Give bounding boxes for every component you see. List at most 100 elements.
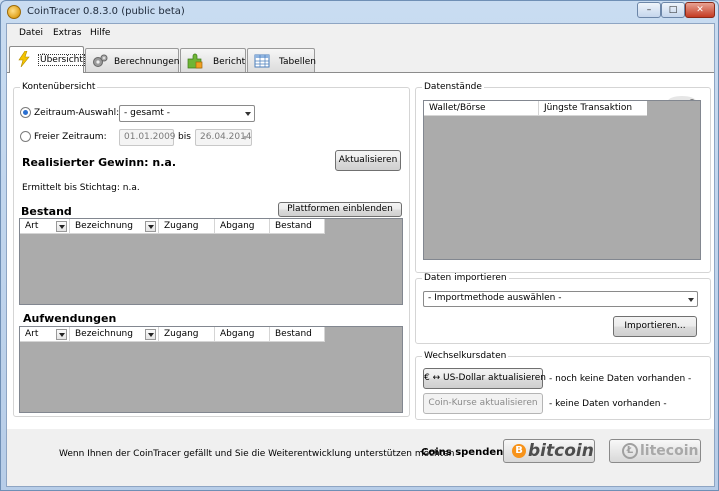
col-label: Art — [25, 221, 39, 231]
litecoin-logo-text: litecoin — [640, 443, 699, 459]
col-bezeichnung[interactable]: Bezeichnung — [70, 219, 159, 234]
coin-status-text: - keine Daten vorhanden - — [549, 399, 667, 409]
bestand-table-header: Art Bezeichnung Zugang Abgang Bestand — [20, 219, 325, 234]
gears-icon — [93, 54, 108, 67]
tab-label: Berechnungen — [114, 57, 180, 67]
bitcoin-icon: B — [512, 444, 526, 458]
tab-berechnungen[interactable]: Berechnungen — [85, 48, 179, 72]
col-label: Bestand — [275, 221, 312, 231]
filter-dropdown-icon[interactable] — [56, 221, 67, 232]
table-icon — [254, 54, 270, 68]
aufwendungen-title: Aufwendungen — [23, 312, 117, 325]
coins-spenden-label: Coins spenden: — [421, 447, 508, 458]
bestand-title: Bestand — [21, 205, 72, 218]
col-bestand[interactable]: Bestand — [270, 327, 325, 342]
tab-label: Übersicht — [38, 54, 85, 66]
tab-tabellen[interactable]: Tabellen — [247, 48, 317, 72]
col-zugang[interactable]: Zugang — [159, 327, 215, 342]
close-button[interactable]: ✕ — [685, 2, 715, 18]
menu-hilfe[interactable]: Hilfe — [90, 28, 110, 38]
col-label: Abgang — [220, 221, 255, 231]
aufwendungen-table-header: Art Bezeichnung Zugang Abgang Bestand — [20, 327, 325, 342]
tab-label: Tabellen — [279, 57, 317, 67]
tab-bericht[interactable]: Bericht — [180, 48, 246, 72]
zeitraum-auswahl-radio[interactable] — [20, 107, 31, 118]
datenstaende-group: Datenstände Wallet/Börse Jüngste Transak… — [415, 82, 711, 273]
plattformen-einblenden-button[interactable]: Plattformen einblenden — [278, 202, 402, 217]
menu-extras[interactable]: Extras — [53, 28, 81, 38]
freier-zeitraum-label: Freier Zeitraum: — [34, 132, 107, 142]
chevron-down-icon — [242, 136, 248, 140]
stichtag-text: Ermittelt bis Stichtag: n.a. — [22, 183, 140, 193]
usd-status-text: - noch keine Daten vorhanden - — [549, 374, 692, 384]
aufwendungen-table[interactable]: Art Bezeichnung Zugang Abgang Bestand — [19, 326, 403, 413]
menu-bar: Datei Extras Hilfe — [7, 24, 714, 42]
col-art[interactable]: Art — [20, 219, 70, 234]
uebersicht-panel: Kontenübersicht Zeitraum-Auswahl: - gesa… — [7, 72, 714, 429]
filter-dropdown-icon[interactable] — [145, 221, 156, 232]
col-label: Bestand — [275, 329, 312, 339]
lightning-icon — [18, 51, 30, 67]
coin-app-icon — [7, 5, 21, 19]
date-from-value: 01.01.2009 — [124, 132, 176, 142]
chevron-down-icon — [245, 112, 251, 116]
menu-datei[interactable]: Datei — [19, 28, 43, 38]
col-label: Bezeichnung — [75, 221, 133, 231]
puzzle-icon — [187, 53, 203, 69]
importmethode-select[interactable]: - Importmethode auswählen - — [423, 291, 698, 307]
zeitraum-select-value: - gesamt - — [124, 108, 170, 118]
col-zugang[interactable]: Zugang — [159, 219, 215, 234]
col-wallet-boerse[interactable]: Wallet/Börse — [424, 101, 539, 116]
col-label: Art — [25, 329, 39, 339]
app-window: CoinTracer 0.8.3.0 (public beta) – □ ✕ D… — [0, 0, 719, 491]
tab-bar: Übersicht Berechnungen Bericht Tabellen — [7, 46, 714, 73]
filter-dropdown-icon[interactable] — [56, 329, 67, 340]
datenstaende-table-header: Wallet/Börse Jüngste Transaktion — [424, 101, 647, 116]
litecoin-donate-button[interactable]: Ł litecoin — [609, 439, 701, 463]
usd-aktualisieren-button[interactable]: € ↔ US-Dollar aktualisieren — [423, 368, 546, 389]
col-juengste-transaktion[interactable]: Jüngste Transaktion — [539, 101, 647, 116]
datenstaende-table[interactable]: Wallet/Börse Jüngste Transaktion — [423, 100, 701, 260]
col-bestand[interactable]: Bestand — [270, 219, 325, 234]
col-art[interactable]: Art — [20, 327, 70, 342]
col-abgang[interactable]: Abgang — [215, 219, 270, 234]
coin-kurse-aktualisieren-button[interactable]: Coin-Kurse aktualisieren — [423, 393, 543, 414]
group-label: Daten importieren — [422, 273, 509, 283]
maximize-button[interactable]: □ — [661, 2, 685, 18]
col-label: Wallet/Börse — [429, 103, 486, 113]
date-to-input[interactable]: 26.04.2014 — [195, 129, 252, 146]
filter-dropdown-icon[interactable] — [145, 329, 156, 340]
aktualisieren-button[interactable]: Aktualisieren — [335, 150, 401, 171]
tab-uebersicht[interactable]: Übersicht — [9, 46, 85, 73]
date-from-input[interactable]: 01.01.2009 — [119, 129, 176, 146]
col-label: Jüngste Transaktion — [544, 103, 633, 113]
importmethode-value: - Importmethode auswählen - — [428, 293, 562, 303]
group-label: Kontenübersicht — [20, 82, 98, 92]
daten-importieren-group: Daten importieren - Importmethode auswäh… — [415, 273, 711, 344]
window-title: CoinTracer 0.8.3.0 (public beta) — [27, 6, 185, 17]
col-abgang[interactable]: Abgang — [215, 327, 270, 342]
group-label: Wechselkursdaten — [422, 351, 509, 361]
zeitraum-auswahl-label: Zeitraum-Auswahl: — [34, 108, 120, 118]
footer-bar: Wenn Ihnen der CoinTracer gefällt und Si… — [7, 429, 714, 486]
bitcoin-logo-text: bitcoin — [528, 441, 594, 461]
kontenuebersicht-group: Kontenübersicht Zeitraum-Auswahl: - gesa… — [13, 82, 410, 417]
col-label: Zugang — [164, 221, 199, 231]
bis-label: bis — [178, 132, 191, 142]
group-label: Datenstände — [422, 82, 484, 92]
bitcoin-donate-button[interactable]: B bitcoin — [503, 439, 595, 463]
tab-label: Bericht — [213, 57, 246, 67]
zeitraum-select[interactable]: - gesamt - — [119, 105, 255, 122]
title-bar[interactable]: CoinTracer 0.8.3.0 (public beta) – □ ✕ — [1, 1, 718, 23]
bestand-table[interactable]: Art Bezeichnung Zugang Abgang Bestand — [19, 218, 403, 305]
importieren-button[interactable]: Importieren... — [613, 316, 697, 337]
litecoin-icon: Ł — [622, 443, 638, 459]
minimize-button[interactable]: – — [637, 2, 661, 18]
chevron-down-icon[interactable] — [688, 298, 694, 302]
client-area: Datei Extras Hilfe Übersicht Berechnunge… — [6, 23, 715, 487]
wechselkursdaten-group: Wechselkursdaten € ↔ US-Dollar aktualisi… — [415, 351, 711, 420]
col-bezeichnung[interactable]: Bezeichnung — [70, 327, 159, 342]
freier-zeitraum-radio[interactable] — [20, 131, 31, 142]
col-label: Zugang — [164, 329, 199, 339]
spenden-message: Wenn Ihnen der CoinTracer gefällt und Si… — [59, 449, 461, 459]
